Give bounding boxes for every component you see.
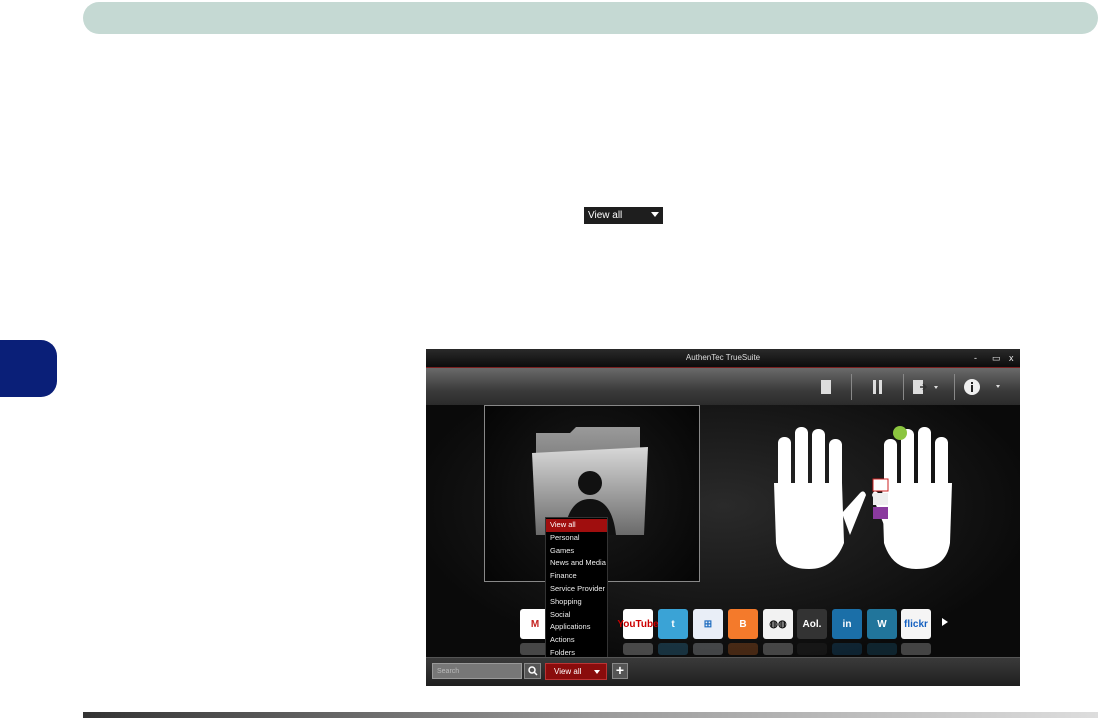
myspace-icon[interactable]: ◍◍ — [763, 609, 793, 639]
gmail-mini-icon — [872, 478, 889, 492]
dropdown-item[interactable]: Social — [546, 609, 607, 622]
view-filter-label: View all — [554, 667, 582, 676]
left-hand-icon[interactable] — [774, 427, 866, 569]
windows-live-icon[interactable]: ⊞ — [693, 609, 723, 639]
yahoo-mini-icon — [873, 507, 888, 519]
dropdown-item[interactable]: Personal — [546, 532, 607, 545]
document-button[interactable] — [816, 377, 836, 397]
dropdown-item[interactable]: Finance — [546, 570, 607, 583]
dropdown-item[interactable]: News and Media — [546, 557, 607, 570]
youtube-mini-icon — [873, 493, 888, 505]
add-button[interactable]: + — [612, 663, 628, 679]
fingerprint-hands — [774, 426, 952, 569]
twitter-reflection — [658, 643, 688, 655]
inline-view-all-control: View all — [584, 207, 663, 224]
app-icon-strip: M YouTube t ⊞ B ◍◍ Aol. in W flickr — [426, 605, 1020, 657]
youtube-icon[interactable]: YouTube — [617, 609, 659, 639]
dropdown-item[interactable]: Games — [546, 545, 607, 558]
tools-icon — [873, 380, 882, 394]
dropdown-item[interactable]: Applications — [546, 621, 607, 634]
main-area: M YouTube t ⊞ B ◍◍ Aol. in W flickr — [426, 405, 1020, 657]
blogger-reflection — [728, 643, 758, 655]
info-icon — [964, 379, 1000, 395]
info-button[interactable] — [960, 377, 1004, 397]
document-icon — [821, 380, 831, 394]
linkedin-reflection — [832, 643, 862, 655]
myspace-reflection — [763, 643, 793, 655]
flickr-icon[interactable]: flickr — [901, 609, 931, 639]
category-dropdown: View all Personal Games News and Media F… — [545, 517, 608, 659]
dropdown-item[interactable]: Service Provider — [546, 583, 607, 596]
toolbar-divider — [851, 374, 852, 400]
view-filter-select[interactable]: View all — [545, 663, 607, 680]
plus-icon: + — [615, 662, 625, 678]
toolbar-divider — [954, 374, 955, 400]
dropdown-item[interactable]: Shopping — [546, 596, 607, 609]
wordpress-icon[interactable]: W — [867, 609, 897, 639]
bottom-bar: Search View all + — [426, 657, 1020, 686]
aol-icon[interactable]: Aol. — [797, 609, 827, 639]
window-title: AuthenTec TrueSuite — [685, 353, 761, 362]
close-button[interactable]: x — [1009, 349, 1014, 367]
youtube-reflection — [623, 643, 653, 655]
blogger-icon[interactable]: B — [728, 609, 758, 639]
maximize-button[interactable]: ▭ — [992, 349, 1001, 367]
page-header-bar — [83, 2, 1098, 34]
windows-live-reflection — [693, 643, 723, 655]
truesuite-window: AuthenTec TrueSuite - ▭ x M YouTube t ⊞ … — [426, 349, 1020, 686]
minimize-button[interactable]: - — [974, 349, 977, 367]
page-footer-line — [83, 712, 1098, 718]
import-export-button[interactable] — [909, 377, 943, 397]
search-icon — [527, 666, 538, 676]
search-button[interactable] — [524, 663, 541, 679]
window-titlebar: AuthenTec TrueSuite - ▭ x — [426, 349, 1020, 367]
twitter-icon[interactable]: t — [658, 609, 688, 639]
dropdown-item[interactable]: View all — [546, 519, 607, 532]
aol-reflection — [797, 643, 827, 655]
inline-view-all-label: View all — [588, 210, 623, 221]
dropdown-item[interactable]: Actions — [546, 634, 607, 647]
enrolled-finger-indicator — [893, 426, 907, 440]
export-icon — [913, 380, 938, 394]
toolbar-divider — [903, 374, 904, 400]
chevron-down-icon — [594, 670, 600, 674]
scroll-right-icon[interactable] — [941, 617, 949, 627]
search-input[interactable]: Search — [432, 663, 522, 679]
tools-button[interactable] — [868, 377, 888, 397]
chapter-side-tab — [0, 340, 57, 397]
linkedin-icon[interactable]: in — [832, 609, 862, 639]
wordpress-reflection — [867, 643, 897, 655]
main-toolbar — [426, 367, 1020, 406]
flickr-reflection — [901, 643, 931, 655]
chevron-down-icon — [651, 212, 659, 217]
